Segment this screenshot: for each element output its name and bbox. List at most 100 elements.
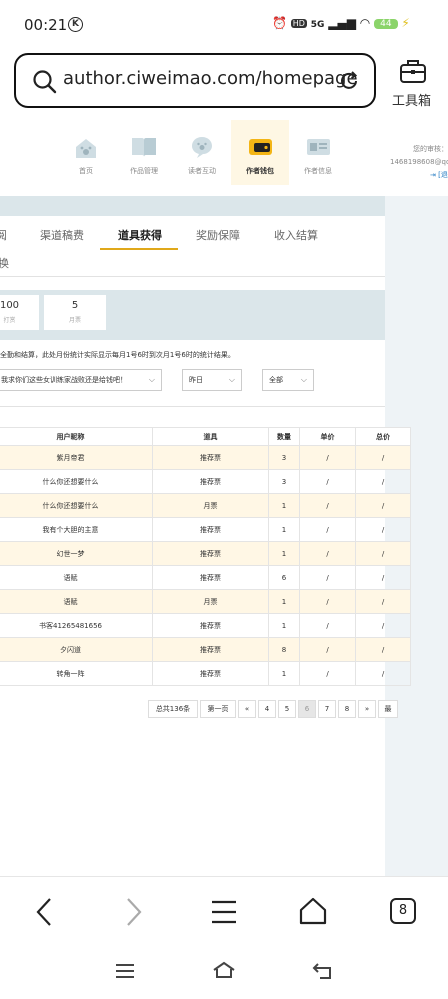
table-cell: 转角一阵 [0,661,153,686]
tab-reward[interactable]: 奖励保障 [196,227,240,243]
toolbox-icon[interactable] [399,58,427,84]
table-cell: 推荐票 [152,565,269,590]
pager-next[interactable]: » [358,700,376,718]
table-row: 书客41265481656 推荐票 1// [0,613,411,638]
table-cell: 6 [268,565,300,590]
table-cell: 语赋 [0,589,153,614]
pager-page[interactable]: 5 [278,700,296,718]
table-cell: 3 [268,469,300,494]
header-band [0,196,385,216]
toolbox-label[interactable]: 工具箱 [392,90,431,109]
tab-row2[interactable]: 换 [0,255,9,271]
network-label: 5G [310,20,325,30]
nav-wallet[interactable]: 作者钱包 [231,120,289,185]
table-cell: 3 [268,445,300,470]
wallet-icon [249,139,272,155]
search-icon [33,70,57,94]
logout-link[interactable]: ⇥ [退 [430,170,448,180]
table-cell: / [355,493,411,518]
chevron-down-icon: ⌵ [228,375,235,384]
back-icon[interactable] [34,897,54,927]
table-cell: / [355,613,411,638]
divider [0,276,385,277]
pager-last[interactable]: 最 [378,700,398,718]
logout-icon: ⇥ [430,171,436,179]
user-line-1: 您的审核： [413,145,448,153]
table-row: 什么你还想要什么 推荐票 3// [0,469,411,494]
table-cell: / [299,445,356,470]
table-cell: / [355,469,411,494]
active-tab-underline [100,248,178,250]
table-cell: / [355,637,411,662]
book-select[interactable]: 我求你们这些女训练家战败还是给钱吧！ ⌵ [0,369,162,391]
recent-apps-icon[interactable] [115,963,135,979]
table-cell: / [299,637,356,662]
table-cell: 夕闪道 [0,637,153,662]
chevron-down-icon: ⌵ [148,375,155,384]
nav-author-info[interactable]: 作者信息 [289,120,347,185]
reload-icon[interactable] [338,70,360,92]
table-row: 转角一阵 推荐票 1// [0,661,411,686]
charging-icon: ⚡ [401,16,410,30]
tab-reading[interactable]: 阅 [0,227,7,243]
table-cell: / [299,661,356,686]
tab-count-button[interactable]: 8 [390,898,416,924]
divider [0,406,385,407]
logout-text: [退 [438,171,448,179]
stat-label: 打赏 [3,317,16,324]
nav-label: 首页 [79,167,93,175]
nav-works[interactable]: 作品管理 [115,120,173,185]
tab-channel-fee[interactable]: 渠道稿费 [40,227,84,243]
table-cell: / [299,469,356,494]
table-cell: / [299,565,356,590]
date-select[interactable]: 昨日 ⌵ [182,369,242,391]
pager-prev[interactable]: « [238,700,256,718]
alarm-icon: ⏰ [272,16,287,30]
nav-home[interactable]: 首页 [57,120,115,185]
type-select-value: 全部 [269,376,283,384]
props-table: 用户昵称 道具 数量 单价 总价 紫月帝君 推荐票 3// 什么你还想要什么 推荐票 3// 什么你… [0,427,411,686]
table-row: 紫月帝君 推荐票 3// [0,445,411,470]
menu-icon[interactable] [211,899,237,925]
signal-icon: ▂▄▆ [328,16,356,30]
tab-settlement[interactable]: 收入结算 [274,227,318,243]
table-cell: 1 [268,661,300,686]
table-cell: 推荐票 [152,541,269,566]
system-back-icon[interactable] [312,962,334,980]
tab-props[interactable]: 道具获得 [118,227,162,243]
url-text[interactable]: author.ciweimao.com/homepage [63,68,358,89]
browser-bottom-bar [0,876,448,999]
pager-page[interactable]: 8 [338,700,356,718]
table-cell: 什么你还想要什么 [0,469,153,494]
stat-reward: 100 打赏 [0,295,39,330]
stat-value: 100 [0,300,20,311]
table-row: 语赋 推荐票 6// [0,565,411,590]
table-cell: 1 [268,541,300,566]
table-cell: 语赋 [0,565,153,590]
user-info: 您的审核： 1468198608@qq [390,143,448,169]
pager-page-current[interactable]: 6 [298,700,316,718]
table-cell: / [299,541,356,566]
table-cell: / [355,661,411,686]
table-cell: 8 [268,637,300,662]
column-header: 数量 [268,427,300,446]
pager-first[interactable]: 第一页 [200,700,236,718]
nav-readers[interactable]: 读者互动 [173,120,231,185]
note-text: 全勤和结算，此处月份统计实际显示每月1号6时到次月1号6时的统计结果。 [0,351,235,359]
table-cell: 月票 [152,493,269,518]
pager-page[interactable]: 7 [318,700,336,718]
id-card-icon [307,139,330,155]
forward-icon[interactable] [124,897,144,927]
type-select[interactable]: 全部 ⌵ [262,369,314,391]
hd-badge: HD [290,19,307,28]
table-cell: 推荐票 [152,637,269,662]
pager-page[interactable]: 4 [258,700,276,718]
home-icon[interactable] [299,897,327,925]
nav-label: 作者钱包 [246,167,274,175]
table-cell: 我有个大胆的主意 [0,517,153,542]
table-cell: / [355,589,411,614]
table-cell: 幻世一梦 [0,541,153,566]
system-home-icon[interactable] [212,961,236,979]
column-header: 总价 [355,427,411,446]
address-bar[interactable]: author.ciweimao.com/homepage [14,53,376,108]
